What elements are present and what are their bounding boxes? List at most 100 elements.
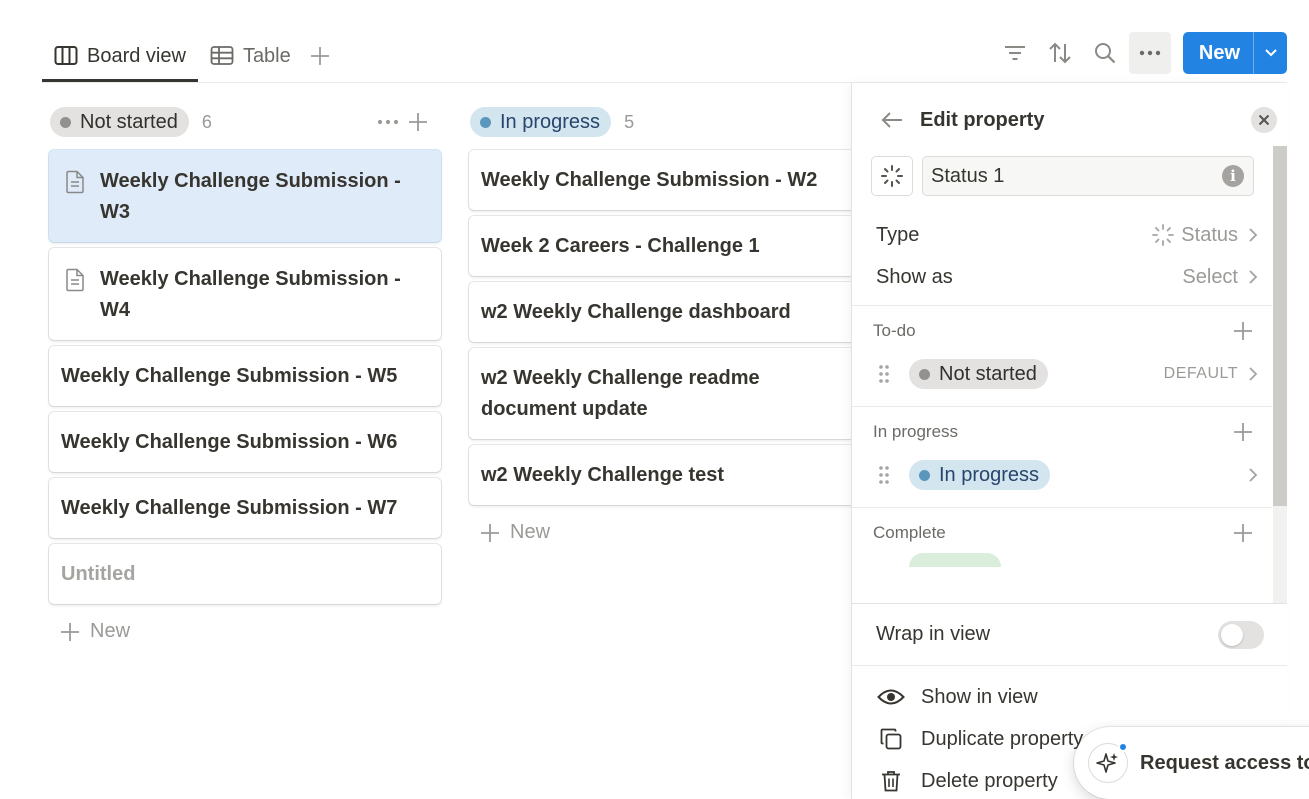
drag-handle-icon[interactable]	[873, 465, 895, 485]
card-title: Weekly Challenge Submission - W5	[61, 365, 398, 387]
group-header-in-progress: In progress	[852, 414, 1272, 450]
view-toolbar: New	[991, 32, 1287, 74]
wrap-in-view-row[interactable]: Wrap in view	[852, 604, 1287, 666]
card-title: w2 Weekly Challenge dashboard	[481, 301, 791, 323]
filter-button[interactable]	[994, 32, 1036, 74]
board-card[interactable]: w2 Weekly Challenge test	[469, 445, 861, 505]
new-button-label: New	[1198, 41, 1240, 64]
group-label: Complete	[873, 523, 946, 542]
board-column-in-progress: In progress 5 Weekly Challenge Submissio…	[469, 100, 861, 544]
close-button[interactable]	[1251, 107, 1277, 133]
property-name-row: Status 1 i	[852, 146, 1272, 196]
column-header: In progress 5	[469, 100, 861, 144]
plus-icon	[60, 622, 80, 642]
card-title: Weekly Challenge Submission - W3	[100, 170, 401, 223]
board-card[interactable]: Week 2 Careers - Challenge 1	[469, 216, 861, 276]
plus-icon	[409, 113, 427, 131]
status-pill: Not started	[909, 359, 1048, 389]
board-card[interactable]: Weekly Challenge Submission - W6	[49, 412, 441, 472]
show-as-row[interactable]: Show as Select	[852, 256, 1272, 298]
card-title: Weekly Challenge Submission - W2	[481, 169, 818, 191]
card-title: Weekly Challenge Submission - W6	[61, 431, 398, 453]
card-title: w2 Weekly Challenge test	[481, 464, 725, 486]
add-option-button[interactable]	[1228, 417, 1258, 447]
option-label: In progress	[939, 463, 1040, 486]
property-name-input[interactable]: Status 1 i	[922, 156, 1254, 196]
new-dropdown-button[interactable]	[1253, 32, 1287, 74]
status-option-in-progress[interactable]: In progress	[852, 450, 1272, 500]
eye-icon	[876, 688, 906, 706]
type-row[interactable]: Type Status	[852, 214, 1272, 256]
panel-scroll-area[interactable]: Status 1 i Type Status Show as Select To…	[852, 146, 1272, 604]
divider	[852, 406, 1272, 407]
add-view-button[interactable]	[305, 41, 335, 71]
info-icon[interactable]: i	[1222, 165, 1244, 187]
column-status: In progress	[500, 110, 601, 133]
close-icon	[1258, 114, 1270, 126]
divider	[852, 507, 1272, 508]
wrap-label: Wrap in view	[876, 623, 991, 645]
search-icon	[1094, 43, 1116, 64]
board-card[interactable]: Weekly Challenge Submission - W5	[49, 346, 441, 406]
add-card-label: New	[510, 521, 551, 543]
board-icon	[54, 44, 78, 68]
add-card-button[interactable]: New	[49, 620, 441, 643]
column-status: Not started	[80, 110, 178, 133]
sort-button[interactable]	[1039, 32, 1081, 74]
board-card[interactable]: Untitled	[49, 544, 441, 604]
page-icon	[61, 268, 89, 326]
group-label: In progress	[873, 422, 959, 441]
chevron-right-icon	[1248, 467, 1258, 483]
status-dot	[60, 116, 71, 128]
column-add-button[interactable]	[403, 107, 433, 137]
duplicate-icon	[876, 728, 906, 750]
edit-property-panel: Edit property Status 1 i Type Status Sho…	[851, 83, 1287, 799]
status-dot	[919, 469, 930, 481]
board-card[interactable]: Weekly Challenge Submission - W4	[49, 248, 441, 340]
scrollbar-thumb[interactable]	[1273, 146, 1287, 506]
status-option-not-started[interactable]: Not started DEFAULT	[852, 349, 1272, 399]
card-title: Week 2 Careers - Challenge 1	[481, 235, 760, 257]
action-label: Duplicate property	[921, 727, 1084, 750]
sparkle-icon	[1088, 742, 1128, 783]
property-icon-button[interactable]	[871, 156, 913, 196]
board-card[interactable]: w2 Weekly Challenge readme document upda…	[469, 348, 861, 439]
status-pill[interactable]: Not started	[50, 107, 189, 137]
card-title: Weekly Challenge Submission - W7	[61, 497, 398, 519]
column-more-button[interactable]	[373, 107, 403, 137]
column-header: Not started 6	[49, 100, 441, 144]
wrap-toggle[interactable]	[1218, 620, 1264, 649]
request-access-button[interactable]: Request access to	[1074, 727, 1309, 799]
add-option-button[interactable]	[1228, 316, 1258, 346]
back-button[interactable]	[878, 106, 906, 134]
tab-table[interactable]: Table	[198, 30, 303, 82]
board-card[interactable]: Weekly Challenge Submission - W3	[49, 150, 441, 242]
add-card-button[interactable]: New	[469, 521, 861, 544]
tab-board-view[interactable]: Board view	[42, 30, 198, 82]
board-card[interactable]: Weekly Challenge Submission - W2	[469, 150, 861, 210]
default-badge: DEFAULT	[1163, 365, 1238, 382]
property-name-value: Status 1	[931, 164, 1005, 187]
more-options-button[interactable]	[1128, 32, 1171, 74]
action-label: Delete property	[921, 769, 1058, 792]
ellipsis-icon	[1139, 50, 1161, 56]
chevron-down-icon	[1264, 49, 1277, 57]
table-icon	[210, 44, 234, 68]
drag-handle-icon[interactable]	[873, 364, 895, 384]
page-icon	[61, 170, 89, 228]
divider	[852, 305, 1272, 306]
tab-label: Table	[242, 44, 291, 67]
card-title: Untitled	[61, 563, 136, 585]
status-pill[interactable]: In progress	[470, 107, 612, 137]
new-button[interactable]: New	[1182, 32, 1287, 74]
notification-dot	[1118, 742, 1128, 752]
add-option-button[interactable]	[1228, 518, 1258, 548]
view-tabs: Board view Table	[42, 30, 335, 82]
action-label: Show in view	[921, 685, 1038, 708]
search-button[interactable]	[1084, 32, 1126, 74]
board-card[interactable]: Weekly Challenge Submission - W7	[49, 478, 441, 538]
show-in-view-button[interactable]: Show in view	[852, 676, 1287, 718]
card-title: Weekly Challenge Submission - W4	[100, 268, 401, 321]
column-count: 6	[201, 111, 212, 132]
board-card[interactable]: w2 Weekly Challenge dashboard	[469, 282, 861, 342]
